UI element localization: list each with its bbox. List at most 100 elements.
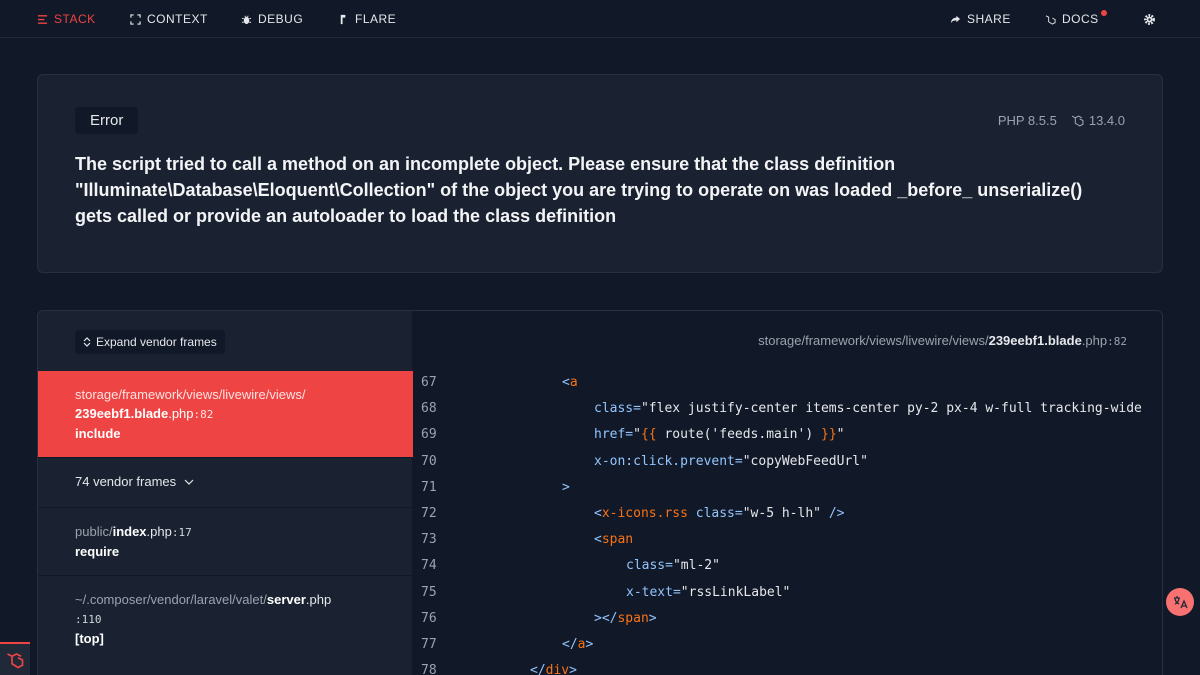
top-nav: STACK CONTEXT DEBUG FLARE SHARE DOCS (0, 0, 1200, 38)
code-source: class="flex justify-center items-center … (594, 401, 1142, 417)
laravel-icon (7, 652, 24, 668)
expand-vendor-frames-button[interactable]: Expand vendor frames (75, 330, 225, 354)
line-number: 76 (421, 610, 437, 626)
code-line: 69 href="{{ route('feeds.main') }}" (413, 422, 1162, 448)
expand-vendor-frames-label: Expand vendor frames (96, 335, 217, 349)
code-source: <a (562, 375, 578, 390)
settings-button[interactable] (1143, 0, 1156, 38)
code-source: ></span> (594, 610, 657, 626)
tab-context[interactable]: CONTEXT (130, 0, 208, 38)
code-viewer: storage/framework/views/livewire/views/2… (413, 311, 1162, 675)
code-line: 70 x-on:click.prevent="copyWebFeedUrl" (413, 449, 1162, 475)
bug-icon (241, 15, 252, 24)
line-number: 75 (421, 584, 437, 600)
chevron-down-icon (184, 479, 194, 485)
line-number: 68 (421, 401, 437, 417)
code-line: 73 <span (413, 527, 1162, 553)
frame-line: :110 (75, 613, 102, 626)
tab-flare[interactable]: FLARE (338, 0, 396, 38)
frame-file: server (266, 592, 306, 607)
code-file-dir: storage/framework/views/livewire/views/ (758, 333, 989, 348)
docs-button[interactable]: DOCS (1045, 0, 1107, 38)
stack-frame[interactable]: public/index.php:17 require (38, 507, 413, 575)
gear-icon (1144, 13, 1155, 25)
stack-frame[interactable]: ~/.composer/vendor/laravel/valet/server.… (38, 575, 413, 665)
code-line: 68 class="flex justify-center items-cente… (413, 396, 1162, 422)
code-file-ext: .php (1081, 333, 1108, 348)
tab-context-label: CONTEXT (147, 12, 208, 26)
laravel-logo-button[interactable] (0, 642, 30, 675)
share-icon (950, 15, 961, 23)
code-line: 77 </a> (413, 632, 1162, 658)
tab-stack[interactable]: STACK (37, 0, 96, 38)
code-source: x-text="rssLinkLabel" (626, 584, 791, 600)
code-line: 72 <x-icons.rss class="w-5 h-lh" /> (413, 501, 1162, 527)
version-info: PHP 8.5.5 13.4.0 (998, 113, 1125, 128)
frame-line: :82 (193, 408, 214, 421)
php-version: PHP 8.5.5 (997, 113, 1057, 128)
expand-corners-icon (130, 13, 141, 25)
list-icon (37, 14, 48, 24)
code-line: 67 <a (413, 370, 1162, 396)
frame-path: storage/framework/views/livewire/views/ … (75, 385, 413, 424)
code-line: 75 x-text="rssLinkLabel" (413, 580, 1162, 606)
line-number: 77 (421, 636, 437, 652)
line-number: 69 (421, 427, 437, 443)
share-label: SHARE (967, 12, 1011, 26)
frame-file: 239eebf1.blade (75, 406, 169, 421)
tab-debug-label: DEBUG (258, 12, 304, 26)
code-line: 76 ></span> (413, 606, 1162, 632)
frame-path: ~/.composer/vendor/laravel/valet/server.… (75, 590, 413, 629)
frame-file: index (112, 524, 147, 539)
share-button[interactable]: SHARE (950, 0, 1011, 38)
frames-list: Expand vendor frames storage/framework/v… (38, 311, 413, 675)
laravel-version: 13.4.0 (1071, 113, 1125, 128)
error-card: Error PHP 8.5.5 13.4.0 The script tried … (37, 74, 1163, 273)
frame-path: public/index.php:17 (75, 522, 413, 542)
frame-dir: public/ (75, 524, 113, 539)
code-source: </a> (562, 636, 594, 652)
line-number: 74 (421, 558, 437, 574)
chevron-up-down-icon (83, 337, 91, 347)
vendor-frames-label: 74 vendor frames (75, 474, 177, 489)
code-lines: 67 <a 68 class="flex justify-center items-… (413, 370, 1162, 675)
frame-dir: ~/.composer/vendor/laravel/valet/ (75, 592, 267, 607)
tab-stack-label: STACK (54, 12, 96, 26)
notification-dot (1100, 10, 1107, 16)
code-line: 71 > (413, 475, 1162, 501)
code-source: href="{{ route('feeds.main') }}" (594, 427, 845, 443)
frame-ext: .php (168, 406, 194, 421)
tab-debug[interactable]: DEBUG (241, 0, 303, 38)
vendor-frames-toggle[interactable]: 74 vendor frames (38, 457, 413, 507)
frame-function: require (75, 544, 120, 559)
code-file-name: 239eebf1.blade (988, 333, 1082, 348)
flare-icon (340, 14, 346, 24)
stack-frame[interactable]: storage/framework/views/livewire/views/ … (38, 371, 413, 457)
line-number: 72 (421, 505, 437, 521)
translate-icon (1174, 596, 1188, 609)
line-number: 78 (421, 663, 437, 675)
code-source: class="ml-2" (626, 558, 720, 574)
code-source: </div> (530, 663, 577, 675)
code-line: 78 </div> (413, 658, 1162, 675)
error-message: The script tried to call a method on an … (75, 154, 1083, 226)
code-source: > (562, 479, 570, 495)
line-number: 71 (421, 479, 437, 495)
frame-ext: .php (305, 592, 332, 607)
laravel-version-label: 13.4.0 (1088, 113, 1125, 128)
laravel-icon (1071, 115, 1084, 127)
frame-function: [top] (75, 631, 104, 646)
line-number: 67 (421, 375, 437, 390)
error-type-badge: Error (75, 107, 139, 134)
code-line: 74 class="ml-2" (413, 553, 1162, 579)
laravel-icon (1045, 14, 1056, 25)
translate-button[interactable] (1166, 588, 1194, 616)
frame-function: include (75, 426, 121, 441)
code-file-line: :82 (1107, 335, 1127, 348)
code-file-path[interactable]: storage/framework/views/livewire/views/2… (758, 333, 1127, 348)
code-source: x-on:click.prevent="copyWebFeedUrl" (594, 453, 868, 469)
tab-flare-label: FLARE (355, 12, 397, 26)
frame-dir: storage/framework/views/livewire/views/ (75, 387, 306, 402)
line-number: 73 (421, 532, 437, 548)
line-number: 70 (421, 453, 437, 469)
